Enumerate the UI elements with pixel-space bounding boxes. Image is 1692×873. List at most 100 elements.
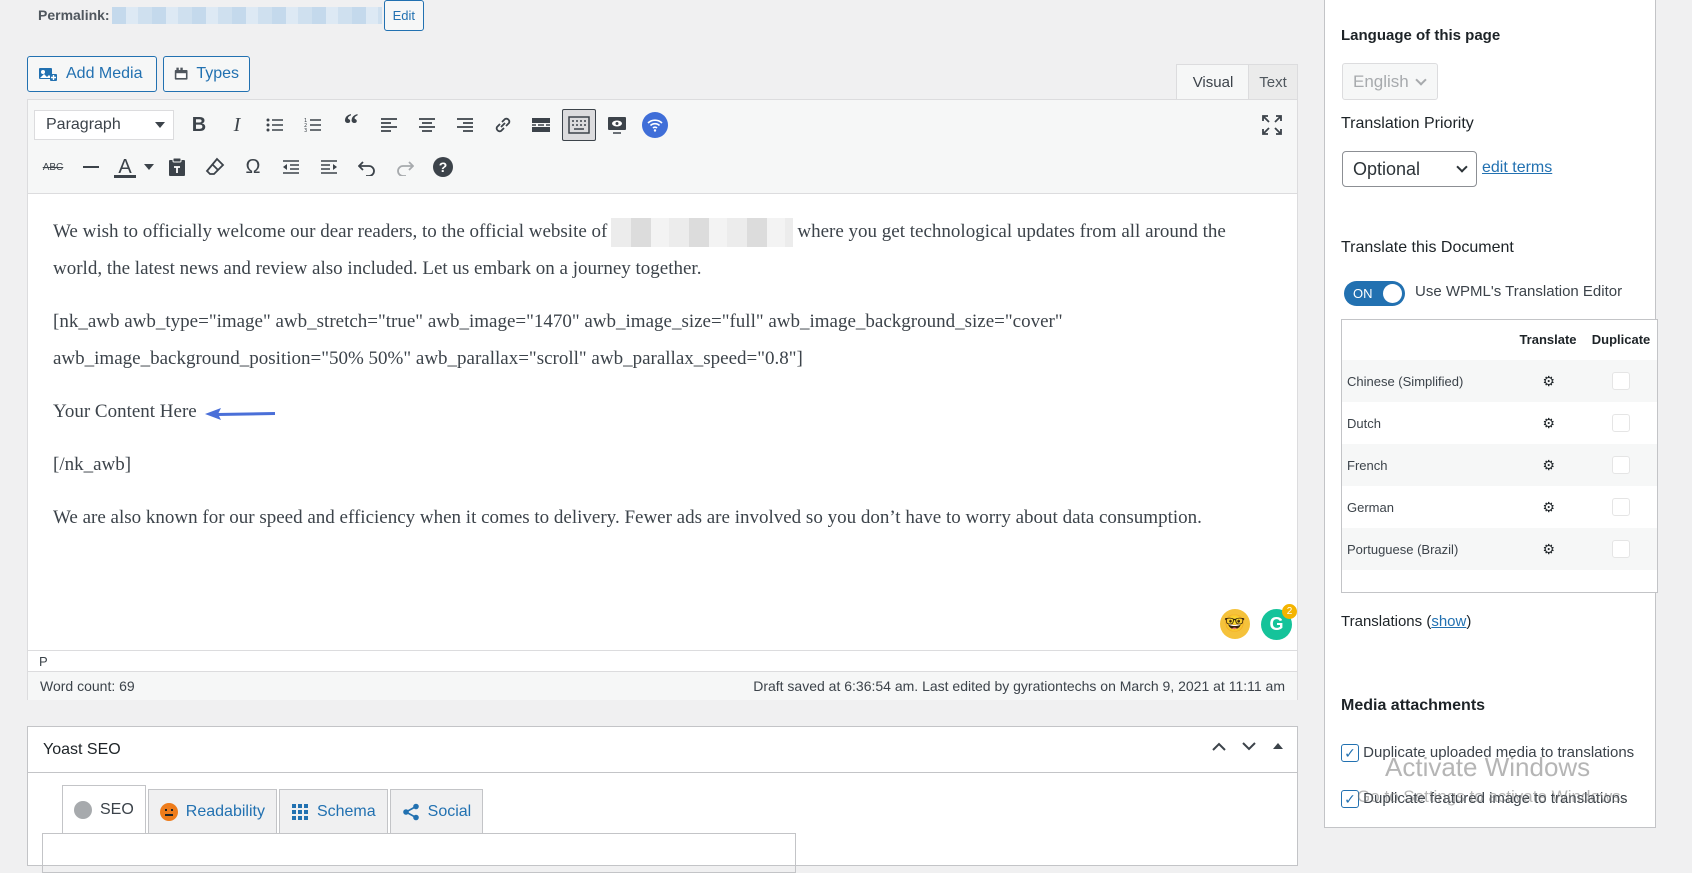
special-character-icon[interactable]: Ω [234, 150, 272, 184]
yoast-header[interactable]: Yoast SEO [28, 727, 1297, 773]
move-down-icon[interactable] [1241, 739, 1257, 757]
duplicate-media-checkbox[interactable]: ✓ [1341, 744, 1359, 763]
edit-terms-link[interactable]: edit terms [1482, 159, 1552, 177]
gears-icon[interactable]: ⚙ [1512, 373, 1586, 390]
toolbar-row-2: ABC A Ω ? [34, 150, 462, 184]
toggle-knob [1383, 284, 1402, 303]
table-row: Dutch ⚙ [1342, 402, 1657, 444]
welcome-text-start: We wish to officially welcome our dear r… [53, 221, 608, 242]
undo-icon[interactable] [348, 150, 386, 184]
blockquote-icon[interactable]: “ [332, 108, 370, 142]
grid-icon [291, 803, 308, 820]
paragraph-welcome[interactable]: We wish to officially welcome our dear r… [53, 213, 1273, 287]
translations-show-link[interactable]: show [1431, 613, 1466, 630]
tab-schema-label: Schema [316, 802, 376, 820]
bold-icon[interactable]: B [180, 108, 218, 142]
gears-icon[interactable]: ⚙ [1512, 499, 1586, 516]
duplicate-checkbox[interactable] [1585, 456, 1657, 474]
toggle-state: ON [1353, 286, 1373, 301]
yoast-tab-content [42, 833, 796, 873]
paragraph-speed[interactable]: We are also known for our speed and effi… [53, 499, 1273, 536]
table-row: Portuguese (Brazil) ⚙ [1342, 528, 1657, 570]
gears-icon[interactable]: ⚙ [1512, 457, 1586, 474]
element-path[interactable]: P [28, 650, 1297, 672]
permalink-edit-button[interactable]: Edit [383, 0, 424, 31]
help-icon[interactable]: ? [424, 150, 462, 184]
paste-as-text-icon[interactable] [158, 150, 196, 184]
toolbar-toggle-icon[interactable] [562, 109, 596, 141]
permalink-url-redacted[interactable] [111, 6, 382, 24]
yoast-tabs: SEO Readability Schema Social [62, 785, 485, 833]
numbered-list-icon[interactable]: 123 [294, 108, 332, 142]
indent-icon[interactable] [310, 150, 348, 184]
windows-watermark-title: Activate Windows [1385, 752, 1591, 782]
horizontal-line-icon[interactable] [72, 150, 110, 184]
link-icon[interactable] [484, 108, 522, 142]
collapse-toggle-icon[interactable] [1271, 739, 1285, 757]
priority-heading: Translation Priority [1341, 115, 1474, 132]
col-translate: Translate [1519, 332, 1577, 347]
italic-icon[interactable]: I [218, 108, 256, 142]
types-button[interactable]: Types [163, 56, 250, 92]
gears-icon[interactable]: ⚙ [1512, 415, 1586, 432]
bullet-list-icon[interactable] [256, 108, 294, 142]
tab-schema[interactable]: Schema [278, 789, 388, 833]
align-left-icon[interactable] [370, 108, 408, 142]
priority-select[interactable]: Optional [1342, 151, 1477, 187]
seo-score-icon [74, 800, 92, 819]
clear-formatting-icon[interactable] [196, 150, 234, 184]
align-center-icon[interactable] [408, 108, 446, 142]
arrow-annotation-icon [204, 407, 275, 420]
readability-face-icon [159, 802, 178, 821]
chevron-down-icon [1415, 73, 1427, 86]
redo-icon[interactable] [386, 150, 424, 184]
text-color-dropdown-icon[interactable] [140, 150, 158, 184]
preview-icon[interactable] [598, 108, 636, 142]
translation-editor-toggle[interactable]: ON [1344, 281, 1405, 306]
move-up-icon[interactable] [1211, 739, 1227, 757]
duplicate-checkbox[interactable] [1585, 414, 1657, 432]
editor-content[interactable]: We wish to officially welcome our dear r… [28, 195, 1297, 650]
tab-visual[interactable]: Visual [1176, 64, 1250, 100]
nerd-emoji-icon[interactable]: 🤓 [1220, 609, 1250, 639]
shortcode-open[interactable]: [nk_awb awb_type="image" awb_stretch="tr… [53, 303, 1273, 377]
outdent-icon[interactable] [272, 150, 310, 184]
permalink-row: Permalink: Edit [38, 0, 424, 31]
duplicate-checkbox[interactable] [1585, 372, 1657, 390]
gears-icon[interactable]: ⚙ [1512, 541, 1586, 558]
table-row: German ⚙ [1342, 486, 1657, 528]
translate-heading: Translate this Document [1341, 239, 1514, 256]
wifi-icon[interactable] [636, 108, 674, 142]
add-media-button[interactable]: Add Media [27, 56, 157, 92]
tab-seo[interactable]: SEO [62, 785, 146, 833]
strikethrough-icon[interactable]: ABC [34, 150, 72, 184]
tab-social[interactable]: Social [389, 789, 484, 833]
yoast-controls [1211, 739, 1285, 757]
yoast-seo-panel: Yoast SEO SEO Readability Schema Social [27, 726, 1298, 873]
duplicate-checkbox[interactable] [1585, 498, 1657, 516]
tab-readability[interactable]: Readability [147, 789, 277, 833]
table-row: Chinese (Simplified) ⚙ [1342, 360, 1657, 402]
read-more-icon[interactable] [522, 108, 560, 142]
paragraph-your-content[interactable]: Your Content Here [53, 393, 1273, 430]
format-select[interactable]: Paragraph [34, 110, 174, 140]
types-label: Types [196, 65, 239, 82]
duplicate-checkbox[interactable] [1585, 540, 1657, 558]
word-count: Word count: 69 [40, 678, 135, 694]
language-select[interactable]: English [1342, 63, 1438, 100]
fullscreen-icon[interactable] [1257, 110, 1287, 140]
svg-text:3: 3 [304, 128, 307, 133]
text-color-icon[interactable]: A [110, 150, 140, 184]
wpml-sidebar: Language of this page English Translatio… [1324, 0, 1658, 828]
align-right-icon[interactable] [446, 108, 484, 142]
add-media-icon [39, 68, 57, 81]
types-icon [174, 67, 188, 80]
tab-text[interactable]: Text [1248, 64, 1298, 100]
permalink-label: Permalink: [38, 7, 110, 23]
site-name-redacted [611, 218, 794, 248]
translations-line: Translations (show) [1341, 613, 1471, 630]
grammarly-badge: 2 [1282, 604, 1297, 619]
editor-toolbar: Paragraph B I 123 “ ABC A Ω ? [28, 100, 1297, 194]
language-name: French [1347, 457, 1388, 473]
shortcode-close[interactable]: [/nk_awb] [53, 446, 1273, 483]
